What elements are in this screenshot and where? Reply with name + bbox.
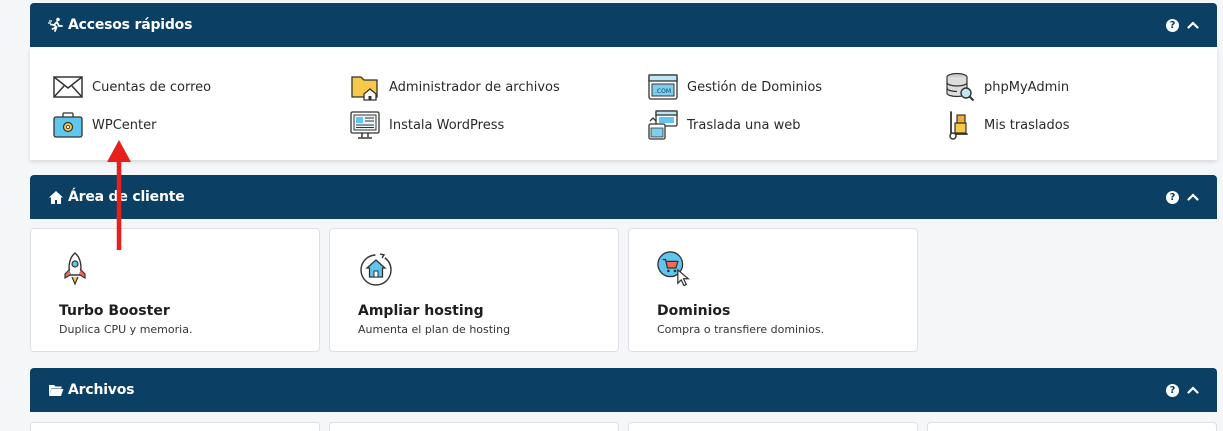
rocket-icon: [59, 249, 95, 289]
quick-item-label: Mis traslados: [984, 117, 1070, 133]
chevron-up-icon[interactable]: [1187, 19, 1199, 31]
dotcom-icon: .COM: [648, 72, 678, 102]
card-upgrade-hosting[interactable]: Ampliar hosting Aumenta el plan de hosti…: [329, 228, 619, 352]
card-description: Duplica CPU y memoria.: [59, 323, 193, 336]
chevron-up-icon[interactable]: [1187, 191, 1199, 203]
help-icon[interactable]: ?: [1166, 383, 1179, 397]
help-icon[interactable]: ?: [1166, 18, 1179, 32]
files-card[interactable]: [329, 422, 619, 431]
quick-item-label: WPCenter: [92, 117, 157, 133]
files-header[interactable]: Archivos ?: [30, 368, 1217, 412]
quick-item-label: Gestión de Dominios: [687, 79, 823, 95]
help-icon[interactable]: ?: [1166, 190, 1179, 204]
files-card[interactable]: [30, 422, 320, 431]
quick-item-label: Traslada una web: [687, 117, 801, 133]
cart-cursor-icon: [657, 249, 693, 289]
svg-text:.COM: .COM: [655, 88, 671, 95]
quick-item-label: Cuentas de correo: [92, 79, 212, 95]
folder-open-icon: [48, 382, 64, 398]
quick-access-header[interactable]: Accesos rápidos ?: [30, 3, 1217, 47]
quick-item-migrate-web[interactable]: Traslada una web: [648, 110, 801, 140]
house-cycle-icon: [358, 249, 394, 289]
quick-item-label: phpMyAdmin: [984, 79, 1070, 95]
quick-item-label: Administrador de archivos: [389, 79, 560, 95]
files-title: Archivos: [68, 382, 135, 398]
hand-truck-icon: [945, 110, 975, 140]
home-icon: [48, 189, 64, 205]
card-description: Compra o transfiere dominios.: [657, 323, 825, 336]
card-turbo-booster[interactable]: Turbo Booster Duplica CPU y memoria.: [30, 228, 320, 352]
quick-item-my-transfers[interactable]: Mis traslados: [945, 110, 1069, 140]
card-title: Ampliar hosting: [358, 303, 484, 319]
quick-access-panel: Cuentas de correo Administrador de archi…: [30, 47, 1217, 160]
quick-item-label: Instala WordPress: [389, 117, 505, 133]
quick-access-title: Accesos rápidos: [68, 17, 193, 33]
quick-item-wpcenter[interactable]: WPCenter: [53, 110, 156, 140]
monitor-icon: [350, 110, 380, 140]
gear-briefcase-icon: [53, 110, 83, 140]
red-arrow-annotation: [107, 140, 131, 250]
envelope-icon: [53, 72, 83, 102]
database-icon: [945, 72, 975, 102]
quick-item-email[interactable]: Cuentas de correo: [53, 72, 211, 102]
card-title: Turbo Booster: [59, 303, 170, 319]
quick-item-domains[interactable]: .COM Gestión de Dominios: [648, 72, 822, 102]
folder-icon: [350, 72, 380, 102]
files-card[interactable]: [628, 422, 918, 431]
chevron-up-icon[interactable]: [1187, 384, 1199, 396]
client-area-header[interactable]: Área de cliente ?: [30, 175, 1217, 219]
card-domains[interactable]: Dominios Compra o transfiere dominios.: [628, 228, 918, 352]
card-title: Dominios: [657, 303, 731, 319]
migration-icon: [648, 110, 678, 140]
quick-item-install-wordpress[interactable]: Instala WordPress: [350, 110, 504, 140]
quick-item-file-manager[interactable]: Administrador de archivos: [350, 72, 560, 102]
files-card[interactable]: [927, 422, 1217, 431]
quick-item-phpmyadmin[interactable]: phpMyAdmin: [945, 72, 1069, 102]
card-description: Aumenta el plan de hosting: [358, 323, 511, 336]
running-person-icon: [48, 17, 64, 33]
